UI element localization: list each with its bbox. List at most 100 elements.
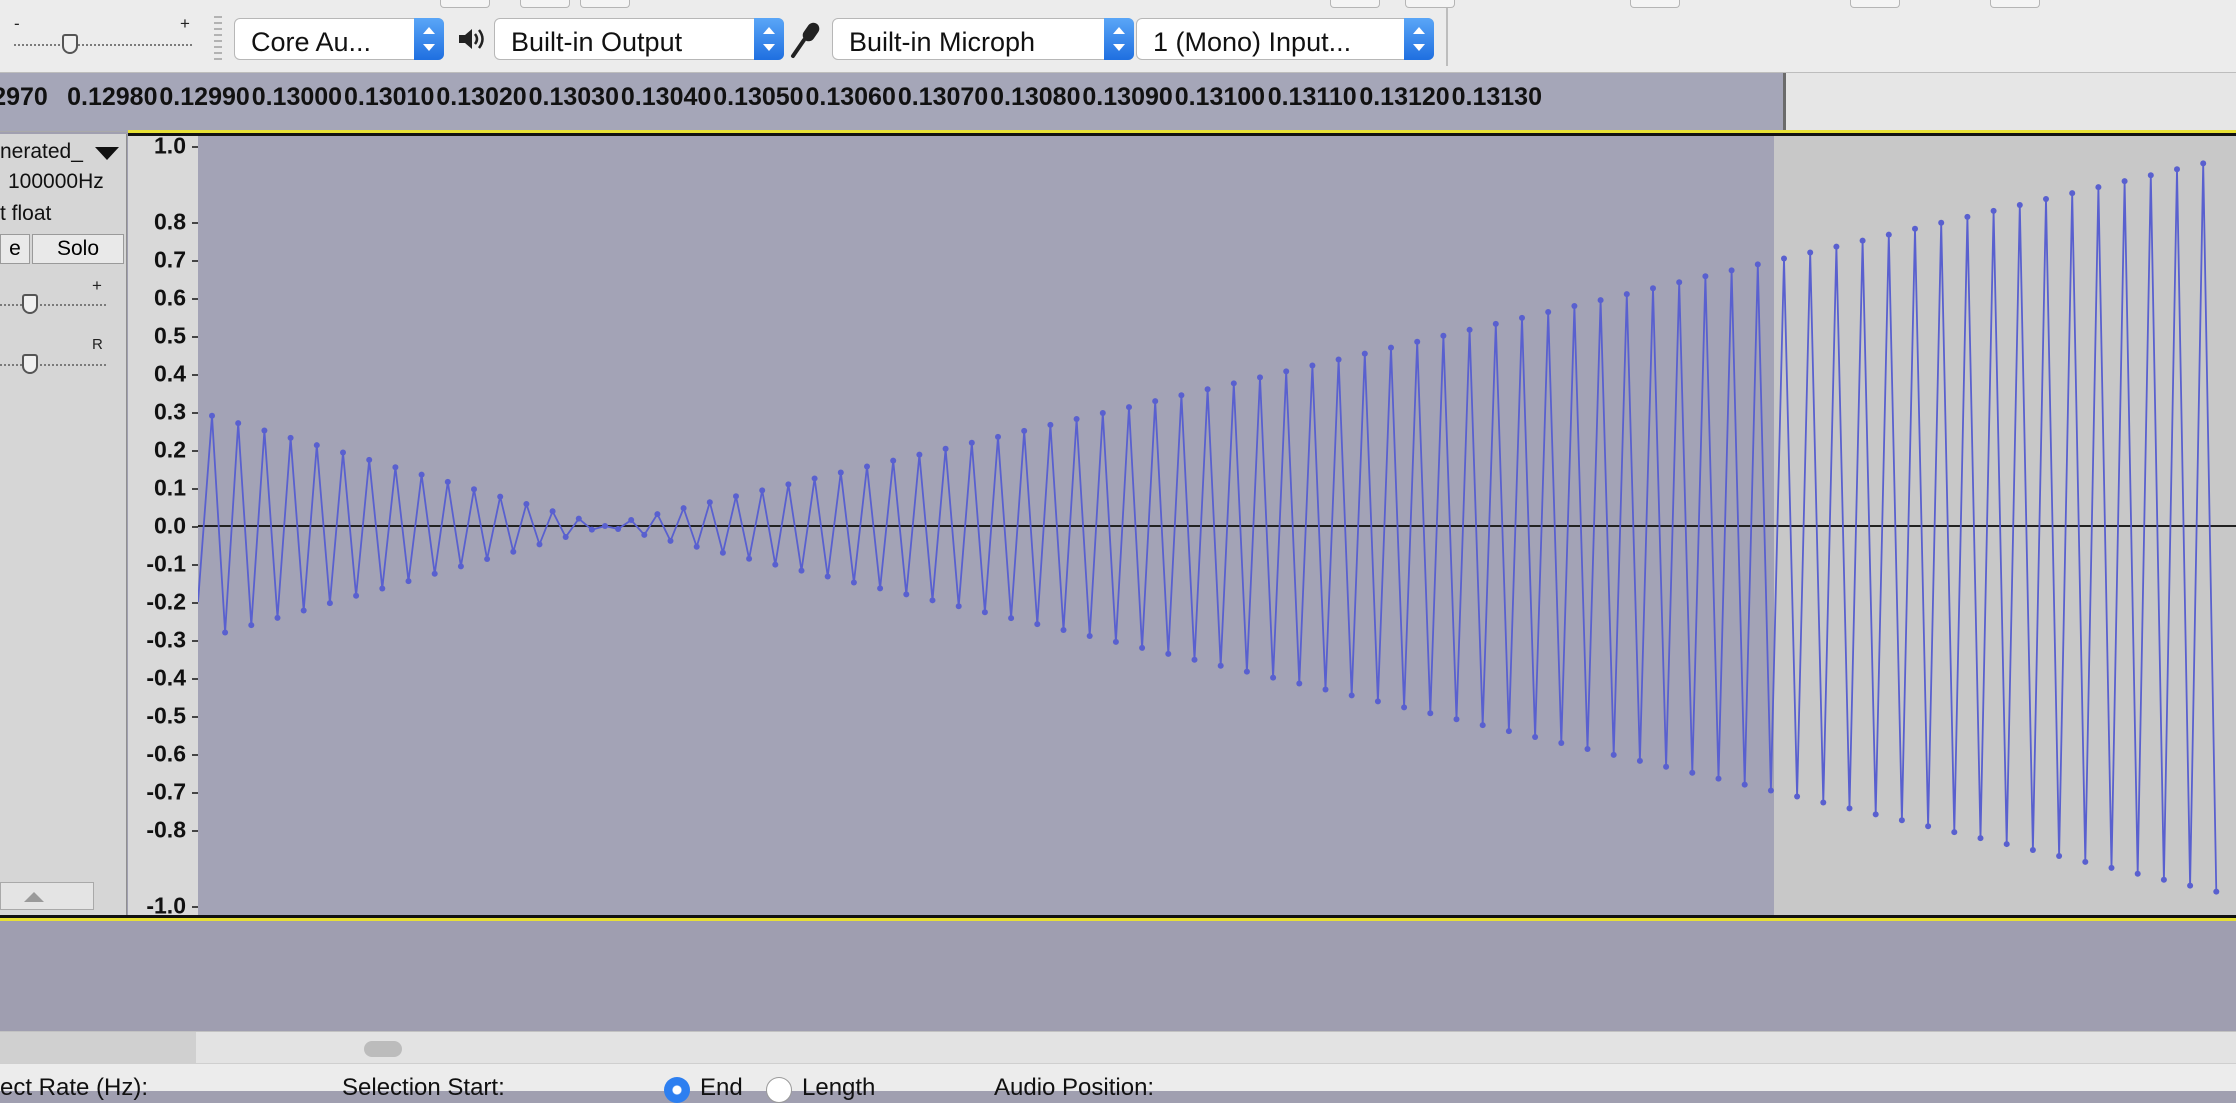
sample-point[interactable] — [1636, 757, 1643, 764]
sample-point[interactable] — [274, 614, 281, 621]
sample-point[interactable] — [1623, 291, 1630, 298]
sample-point[interactable] — [2174, 166, 2180, 173]
sample-point[interactable] — [1204, 386, 1211, 393]
sample-point[interactable] — [1859, 237, 1866, 244]
sample-point[interactable] — [1427, 710, 1434, 717]
sample-point[interactable] — [392, 464, 399, 471]
sample-point[interactable] — [1571, 303, 1578, 310]
sample-point[interactable] — [2121, 178, 2128, 185]
toolbar-edge-button[interactable] — [580, 0, 630, 8]
sample-point[interactable] — [1676, 279, 1683, 286]
sample-point[interactable] — [2043, 196, 2049, 203]
sample-point[interactable] — [523, 500, 530, 507]
sample-point[interactable] — [510, 548, 517, 555]
timeline-ruler[interactable]: 29700.129800.129900.130000.130100.130200… — [0, 73, 2236, 132]
sample-point[interactable] — [457, 563, 464, 570]
sample-point[interactable] — [588, 526, 595, 533]
sample-point[interactable] — [1453, 716, 1460, 723]
sample-point[interactable] — [877, 585, 884, 592]
toolbar-edge-button[interactable] — [1330, 0, 1380, 8]
sample-point[interactable] — [2200, 160, 2207, 167]
sample-point[interactable] — [1322, 686, 1329, 693]
sample-point[interactable] — [2029, 847, 2036, 854]
sample-point[interactable] — [837, 469, 844, 476]
sample-point[interactable] — [1767, 787, 1774, 794]
sample-point[interactable] — [1243, 668, 1250, 675]
sample-point[interactable] — [1492, 320, 1499, 327]
sample-point[interactable] — [2095, 184, 2102, 191]
sample-point[interactable] — [1807, 249, 1814, 256]
sample-point[interactable] — [471, 486, 477, 493]
sample-point[interactable] — [1741, 781, 1748, 788]
waveform-display[interactable] — [198, 134, 2236, 916]
sample-point[interactable] — [1283, 368, 1290, 375]
sample-point[interactable] — [340, 449, 346, 456]
sample-point[interactable] — [418, 471, 425, 478]
waveform-canvas[interactable] — [198, 134, 2236, 916]
sample-point[interactable] — [1348, 692, 1355, 699]
audio-host-select[interactable]: Core Au... — [234, 18, 444, 60]
track-name-menu[interactable]: nerated_ — [0, 138, 124, 166]
sample-point[interactable] — [981, 609, 988, 616]
sample-point[interactable] — [824, 573, 831, 580]
toolbar-grip[interactable] — [214, 16, 222, 60]
sample-point[interactable] — [1519, 314, 1525, 321]
sample-point[interactable] — [680, 505, 687, 512]
sample-point[interactable] — [1309, 362, 1316, 369]
sample-point[interactable] — [2069, 190, 2076, 197]
sample-point[interactable] — [2147, 172, 2154, 179]
sample-point[interactable] — [706, 499, 713, 506]
sample-point[interactable] — [1781, 255, 1787, 262]
sample-point[interactable] — [1479, 722, 1486, 729]
sample-point[interactable] — [484, 556, 491, 563]
sample-point[interactable] — [654, 511, 661, 518]
sample-point[interactable] — [942, 445, 949, 452]
sample-point[interactable] — [1754, 261, 1761, 268]
sample-point[interactable] — [1257, 374, 1263, 381]
sample-point[interactable] — [235, 420, 242, 427]
sample-point[interactable] — [968, 439, 975, 446]
sample-point[interactable] — [693, 543, 700, 550]
sample-point[interactable] — [1728, 267, 1735, 274]
sample-point[interactable] — [366, 456, 373, 463]
mute-button[interactable]: e — [0, 234, 30, 264]
sample-point[interactable] — [1008, 615, 1015, 622]
sample-point[interactable] — [1112, 638, 1119, 645]
sample-point[interactable] — [313, 442, 320, 449]
sample-point[interactable] — [772, 561, 779, 568]
sample-point[interactable] — [222, 629, 229, 636]
sample-point[interactable] — [1964, 213, 1971, 220]
sample-point[interactable] — [326, 600, 333, 607]
sample-point[interactable] — [929, 597, 936, 604]
sample-point[interactable] — [1440, 332, 1447, 339]
sample-point[interactable] — [995, 433, 1001, 440]
sample-point[interactable] — [2160, 876, 2167, 883]
sample-point[interactable] — [1610, 751, 1617, 758]
sample-point[interactable] — [1230, 380, 1237, 387]
sample-point[interactable] — [1060, 627, 1067, 634]
sample-point[interactable] — [1846, 805, 1853, 812]
track-gain-thumb[interactable] — [22, 294, 38, 314]
sample-point[interactable] — [1021, 427, 1028, 434]
sample-point[interactable] — [864, 463, 870, 470]
horizontal-scrollbar[interactable] — [0, 1031, 2236, 1064]
sample-point[interactable] — [1165, 650, 1172, 657]
sample-point[interactable] — [287, 434, 294, 441]
sample-point[interactable] — [1401, 704, 1408, 711]
sample-point[interactable] — [1505, 728, 1512, 735]
sample-point[interactable] — [1099, 410, 1106, 417]
sample-point[interactable] — [628, 517, 635, 524]
sample-point[interactable] — [1466, 326, 1473, 333]
sample-point[interactable] — [903, 591, 910, 598]
track-pan-thumb[interactable] — [22, 354, 38, 374]
sample-point[interactable] — [1086, 632, 1093, 639]
toolbar-edge-button[interactable] — [440, 0, 490, 8]
sample-point[interactable] — [1073, 415, 1080, 422]
sample-point[interactable] — [536, 541, 543, 548]
empty-track-area[interactable] — [0, 921, 2236, 1031]
sample-point[interactable] — [602, 523, 608, 529]
sample-point[interactable] — [1374, 698, 1381, 705]
sample-point[interactable] — [1139, 644, 1146, 651]
sample-point[interactable] — [1034, 621, 1041, 628]
sample-point[interactable] — [2213, 888, 2220, 895]
